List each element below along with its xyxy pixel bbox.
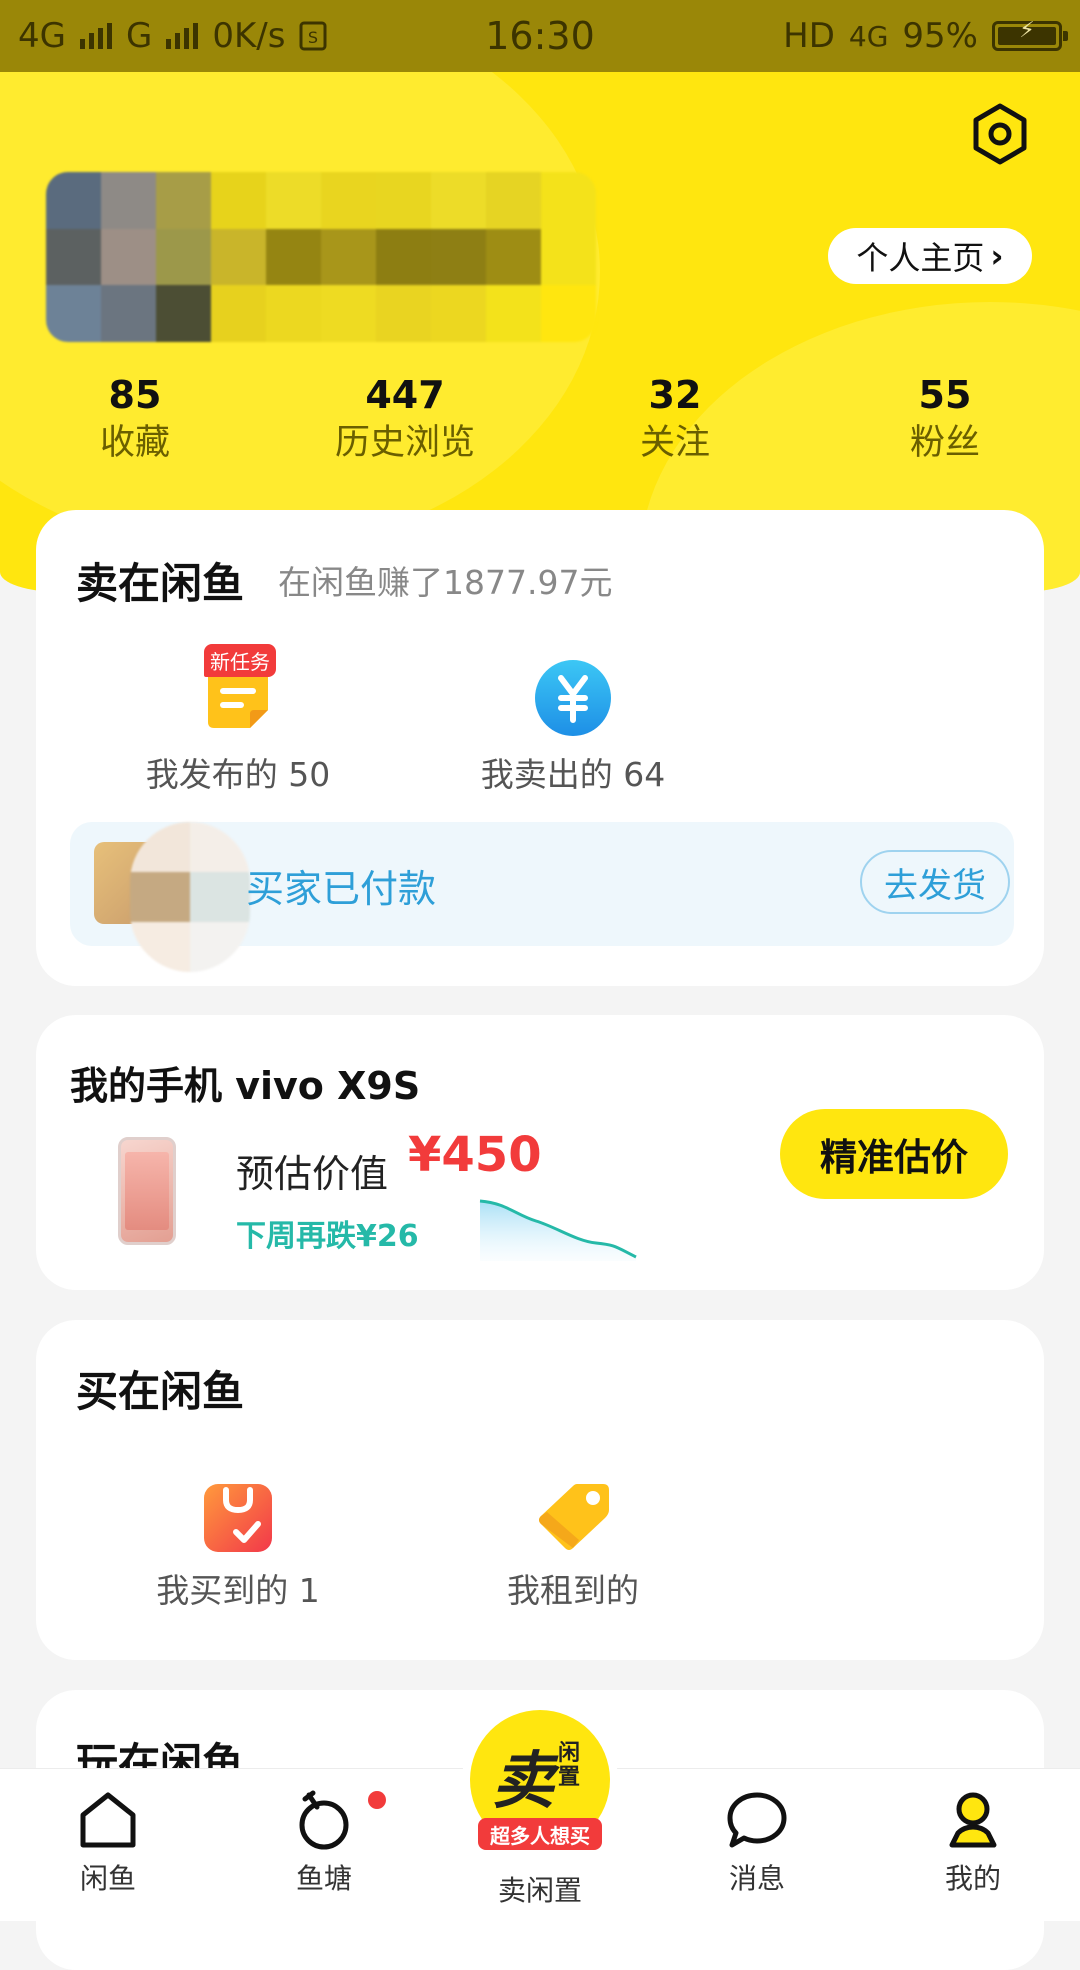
tab-xianyu[interactable]: 闲鱼 — [33, 1787, 183, 1897]
estimated-price: ¥450 — [408, 1127, 542, 1183]
network-type-g: G — [125, 16, 153, 56]
stat-fans[interactable]: 55 粉丝 — [825, 372, 1065, 466]
my-sold-button[interactable]: 我卖出的 64 — [423, 658, 723, 796]
stat-label: 关注 — [639, 423, 710, 463]
profile-page-button[interactable]: 个人主页 › — [828, 228, 1032, 284]
avatar[interactable] — [46, 172, 596, 342]
signal-icon — [79, 23, 112, 49]
tab-messages[interactable]: 消息 — [682, 1787, 832, 1897]
estimate-label: 预估价值 — [236, 1152, 389, 1196]
sell-fab-big-text: 卖 — [492, 1744, 555, 1817]
person-icon — [949, 1792, 997, 1848]
stat-label: 收藏 — [99, 423, 170, 463]
published-note-icon: 新任务 — [198, 644, 278, 738]
phone-valuation-card: 我的手机 vivo X9S 预估价值 ¥450 下周再跌¥26 精准估价 — [36, 1015, 1044, 1290]
phone-image — [118, 1137, 176, 1245]
price-trend-sparkline — [479, 1199, 637, 1261]
status-bar: 4G G 0K/s S 16:30 HD 4G 95% ⚡ — [0, 0, 1080, 72]
new-task-badge: 新任务 — [204, 644, 276, 677]
battery-percent: 95% — [902, 16, 978, 56]
buy-card: 买在闲鱼 我买到的 1 我租到的 — [36, 1320, 1044, 1660]
settings-icon[interactable] — [966, 100, 1034, 168]
tab-mine[interactable]: 我的 — [898, 1787, 1048, 1897]
svg-text:S: S — [308, 28, 318, 47]
home-icon — [80, 1792, 136, 1848]
sell-fab-small-text: 闲置 — [558, 1741, 581, 1790]
order-thumbnail-blur — [130, 822, 250, 972]
sell-fab-ribbon: 超多人想买 — [478, 1818, 602, 1850]
stat-history[interactable]: 447 历史浏览 — [285, 372, 525, 466]
stat-value: 32 — [648, 373, 702, 417]
yuan-icon — [535, 660, 611, 736]
tab-label: 消息 — [728, 1862, 785, 1895]
sell-fab-inner: 卖 闲置 超多人想买 — [470, 1710, 610, 1850]
stat-label: 粉丝 — [909, 423, 980, 463]
shopping-bag-icon — [204, 1484, 272, 1552]
my-bought-label: 我买到的 1 — [156, 1571, 320, 1610]
tag-icon — [539, 1484, 609, 1550]
network-type-4g: 4G — [18, 16, 66, 56]
tab-sell-idle[interactable]: 卖闲置 — [465, 1865, 615, 1909]
stat-value: 447 — [365, 373, 445, 417]
precise-estimate-button[interactable]: 精准估价 — [780, 1109, 1008, 1199]
sell-earnings: 在闲鱼赚了1877.97元 — [278, 563, 613, 602]
buyer-paid-notice[interactable]: 买家已付款 去发货 — [70, 822, 1014, 972]
stat-value: 55 — [918, 373, 972, 417]
my-rented-button[interactable]: 我租到的 — [423, 1478, 723, 1612]
stat-favorites[interactable]: 85 收藏 — [15, 372, 255, 466]
ship-button[interactable]: 去发货 — [860, 850, 1010, 914]
sell-idle-fab[interactable]: 卖 闲置 超多人想买 — [462, 1702, 618, 1858]
my-rented-label: 我租到的 — [507, 1571, 639, 1610]
profile-page-label: 个人主页 — [856, 239, 985, 277]
tab-label: 鱼塘 — [295, 1862, 352, 1895]
buyer-paid-text: 买家已付款 — [246, 867, 437, 911]
my-bought-button[interactable]: 我买到的 1 — [88, 1478, 388, 1612]
pond-icon — [299, 1790, 349, 1850]
buy-title: 买在闲鱼 — [76, 1367, 245, 1416]
price-trend: 下周再跌¥26 — [236, 1219, 419, 1254]
network-type-right: 4G — [848, 19, 889, 53]
tab-label: 我的 — [944, 1862, 1001, 1895]
notification-dot — [368, 1791, 386, 1809]
stat-label: 历史浏览 — [334, 423, 475, 463]
sell-card: 卖在闲鱼 在闲鱼赚了1877.97元 新任务 我发布的 50 我卖出的 64 买… — [36, 510, 1044, 986]
signal-icon-2 — [166, 23, 199, 49]
stat-following[interactable]: 32 关注 — [555, 372, 795, 466]
sell-title: 卖在闲鱼 — [76, 559, 245, 608]
battery-icon: ⚡ — [992, 18, 1068, 51]
tab-label: 卖闲置 — [497, 1874, 582, 1907]
my-published-button[interactable]: 新任务 我发布的 50 — [88, 644, 388, 796]
status-right: HD 4G 95% ⚡ — [783, 16, 1068, 56]
network-speed: 0K/s — [212, 16, 286, 56]
stats-row: 85 收藏 447 历史浏览 32 关注 55 粉丝 — [0, 372, 1080, 482]
phone-title: 我的手机 vivo X9S — [70, 1064, 421, 1108]
sim-icon: S — [299, 21, 327, 51]
my-sold-label: 我卖出的 64 — [480, 755, 666, 794]
tab-label: 闲鱼 — [79, 1862, 136, 1895]
message-icon — [727, 1792, 787, 1848]
stat-value: 85 — [108, 373, 162, 417]
my-published-label: 我发布的 50 — [145, 755, 331, 794]
status-left: 4G G 0K/s S — [18, 16, 327, 56]
hd-indicator: HD — [783, 16, 835, 56]
chevron-right-icon: › — [990, 237, 1004, 275]
